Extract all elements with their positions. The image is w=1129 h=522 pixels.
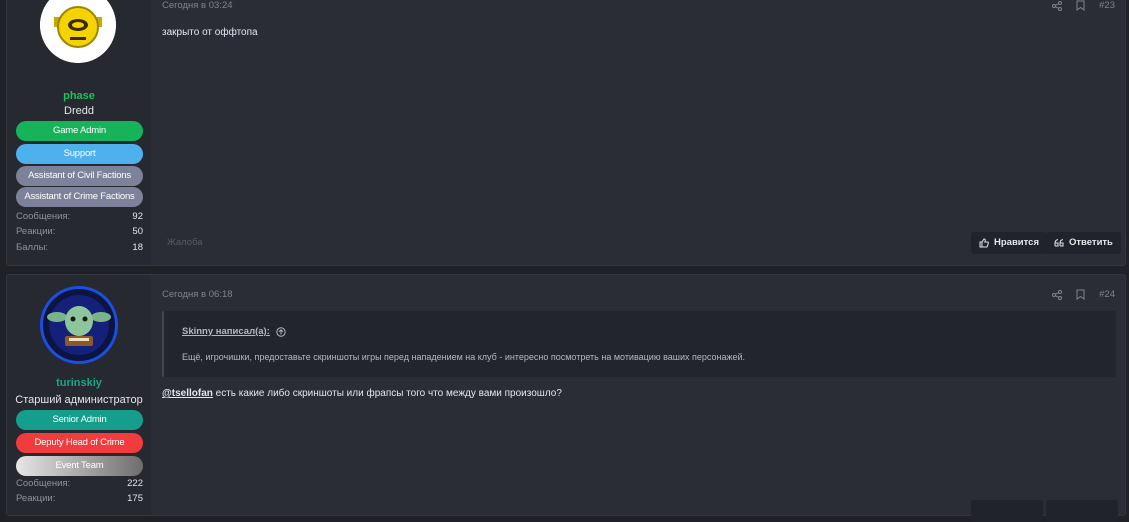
stat-messages: Сообщения: 222 bbox=[16, 478, 143, 492]
stat-label: Сообщения: bbox=[16, 211, 71, 222]
stat-label: Баллы: bbox=[16, 242, 49, 253]
post-author-panel: turinskiy Старший администратор Senior A… bbox=[7, 275, 151, 515]
quote-block: Skinny написал(а): Ещё, игрочишки, предо… bbox=[162, 311, 1116, 377]
post-author-panel: phase Dredd Game Admin Support Assistant… bbox=[7, 0, 151, 265]
bookmark-icon[interactable] bbox=[1076, 289, 1085, 300]
stat-reactions: Реакции: 50 bbox=[16, 226, 143, 240]
stat-reactions: Реакции: 175 bbox=[16, 493, 143, 507]
username[interactable]: phase bbox=[7, 90, 151, 102]
like-label: Нравится bbox=[994, 237, 1039, 248]
post-date[interactable]: Сегодня в 03:24 bbox=[162, 0, 233, 11]
avatar[interactable] bbox=[40, 0, 116, 63]
stat-value: 175 bbox=[127, 493, 143, 504]
badge-game-admin: Game Admin bbox=[16, 121, 143, 141]
quote-author-label[interactable]: Skinny написал(а): bbox=[182, 326, 270, 337]
stat-label: Сообщения: bbox=[16, 478, 71, 489]
post-24: turinskiy Старший администратор Senior A… bbox=[6, 274, 1126, 522]
badge-deputy-head-crime: Deputy Head of Crime bbox=[16, 433, 143, 453]
badge-event-team: Event Team bbox=[16, 456, 143, 476]
stat-value: 92 bbox=[132, 211, 143, 222]
stat-value: 222 bbox=[127, 478, 143, 489]
bookmark-icon[interactable] bbox=[1076, 0, 1085, 11]
avatar[interactable] bbox=[40, 286, 118, 364]
badge-senior-admin: Senior Admin bbox=[16, 410, 143, 430]
badge-assistant-civil: Assistant of Civil Factions bbox=[16, 166, 143, 186]
user-mention[interactable]: @tsellofan bbox=[162, 388, 213, 399]
username[interactable]: turinskiy bbox=[7, 377, 151, 389]
user-title: Dredd bbox=[64, 105, 94, 117]
post-number[interactable]: #23 bbox=[1099, 0, 1115, 11]
thumbs-up-icon bbox=[979, 238, 989, 248]
report-link[interactable]: Жалоба bbox=[167, 237, 203, 248]
post-date[interactable]: Сегодня в 06:18 bbox=[162, 289, 233, 300]
share-icon[interactable] bbox=[1052, 0, 1063, 11]
stat-label: Реакции: bbox=[16, 226, 56, 237]
reply-button[interactable] bbox=[1046, 500, 1118, 522]
quote-icon bbox=[1054, 238, 1064, 248]
post-body: закрыто от оффтопа bbox=[162, 27, 258, 38]
stat-value: 18 bbox=[132, 242, 143, 253]
arrow-up-circle-icon[interactable] bbox=[276, 326, 286, 337]
like-button[interactable] bbox=[971, 500, 1043, 522]
post-number[interactable]: #24 bbox=[1099, 289, 1115, 300]
share-icon[interactable] bbox=[1052, 289, 1063, 300]
badge-support: Support bbox=[16, 144, 143, 164]
post-body-text: есть какие либо скриншоты или фрапсы тог… bbox=[212, 388, 562, 399]
badge-assistant-crime: Assistant of Crime Factions bbox=[16, 187, 143, 207]
stat-messages: Сообщения: 92 bbox=[16, 211, 143, 225]
reply-button[interactable]: Ответить bbox=[1046, 232, 1121, 254]
stat-points: Баллы: 18 bbox=[16, 242, 143, 256]
post-body: @tsellofan есть какие либо скриншоты или… bbox=[162, 388, 562, 399]
post-23: phase Dredd Game Admin Support Assistant… bbox=[6, 0, 1126, 266]
reply-label: Ответить bbox=[1069, 237, 1113, 248]
post-meta-actions: #23 bbox=[1052, 0, 1115, 11]
stat-label: Реакции: bbox=[16, 493, 56, 504]
quote-author[interactable]: Skinny написал(а): bbox=[182, 326, 286, 337]
stat-value: 50 bbox=[132, 226, 143, 237]
user-title: Старший администратор bbox=[15, 394, 143, 406]
quote-text: Ещё, игрочишки, предоставьте скриншоты и… bbox=[182, 352, 746, 362]
post-meta-actions: #24 bbox=[1052, 289, 1115, 300]
like-button[interactable]: Нравится bbox=[971, 232, 1047, 254]
